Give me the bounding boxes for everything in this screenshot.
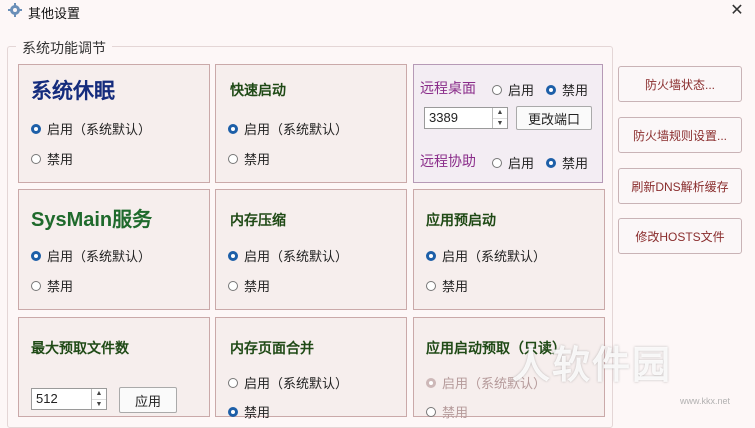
spin-down-icon[interactable]: ▼ bbox=[92, 398, 106, 410]
option-label: 启用（系统默认） bbox=[47, 122, 152, 137]
remote-assist-enable-option[interactable]: 启用 bbox=[492, 153, 534, 172]
option-label: 禁用 bbox=[562, 156, 589, 171]
option-label: 启用 bbox=[508, 156, 535, 171]
title-bar bbox=[0, 0, 755, 22]
option-label: 启用（系统默认） bbox=[244, 249, 349, 264]
memory-compression-enable-option[interactable]: 启用（系统默认） bbox=[228, 246, 348, 265]
app-prelaunch-disable-option[interactable]: 禁用 bbox=[426, 276, 468, 295]
spin-up-icon[interactable]: ▲ bbox=[92, 389, 106, 399]
close-button[interactable]: ✕ bbox=[724, 0, 750, 20]
remote-desktop-disable-option[interactable]: 禁用 bbox=[546, 80, 588, 99]
apply-button[interactable]: 应用 bbox=[119, 387, 177, 413]
remote-panel: 远程桌面 启用 禁用 3389 ▲ ▼ 更改端口 远程协助 启用 禁用 bbox=[413, 64, 603, 183]
gear-icon bbox=[8, 3, 22, 17]
radio-icon bbox=[31, 280, 41, 291]
fast-startup-enable-option[interactable]: 启用（系统默认） bbox=[228, 119, 348, 138]
edit-hosts-button[interactable]: 修改HOSTS文件 bbox=[618, 218, 742, 254]
radio-icon bbox=[426, 406, 436, 417]
watermark-url: www.kkx.net bbox=[680, 396, 731, 406]
change-port-button[interactable]: 更改端口 bbox=[516, 106, 592, 130]
option-label: 启用（系统默认） bbox=[47, 249, 152, 264]
radio-icon bbox=[426, 280, 436, 291]
spin-up-icon[interactable]: ▲ bbox=[493, 108, 507, 118]
remote-desktop-label: 远程桌面 bbox=[420, 80, 476, 96]
fast-startup-disable-option[interactable]: 禁用 bbox=[228, 149, 270, 168]
option-label: 禁用 bbox=[47, 152, 74, 167]
sleep-panel: 系统休眠 启用（系统默认） 禁用 bbox=[18, 64, 210, 183]
radio-icon bbox=[228, 153, 238, 164]
page-combining-panel: 内存页面合并 启用（系统默认） 禁用 bbox=[215, 317, 407, 420]
radio-selected-icon bbox=[31, 250, 41, 261]
watermark-logo: 人软件园 bbox=[512, 334, 672, 389]
option-label: 禁用 bbox=[47, 279, 74, 294]
radio-selected-icon bbox=[228, 250, 238, 261]
sysmain-disable-option[interactable]: 禁用 bbox=[31, 276, 73, 295]
sleep-title: 系统休眠 bbox=[31, 80, 115, 103]
radio-icon bbox=[31, 153, 41, 164]
option-label: 启用 bbox=[508, 83, 535, 98]
radio-selected-icon bbox=[426, 377, 436, 388]
radio-selected-icon bbox=[228, 123, 238, 134]
sysmain-enable-option[interactable]: 启用（系统默认） bbox=[31, 246, 151, 265]
prefetch-max-panel: 最大预取文件数 512 ▲ ▼ 应用 bbox=[18, 317, 210, 417]
launch-prefetch-disable-option: 禁用 bbox=[426, 402, 468, 421]
fast-startup-panel: 快速启动 启用（系统默认） 禁用 bbox=[215, 64, 407, 183]
remote-desktop-enable-option[interactable]: 启用 bbox=[492, 80, 534, 99]
app-prelaunch-enable-option[interactable]: 启用（系统默认） bbox=[426, 246, 546, 265]
prefetch-max-stepper[interactable]: 512 ▲ ▼ bbox=[31, 388, 107, 410]
option-label: 启用（系统默认） bbox=[442, 249, 547, 264]
prefetch-max-value[interactable]: 512 bbox=[32, 389, 91, 409]
option-label: 启用（系统默认） bbox=[244, 122, 349, 137]
radio-icon bbox=[492, 84, 502, 95]
port-value[interactable]: 3389 bbox=[425, 108, 492, 128]
page-combining-enable-option[interactable]: 启用（系统默认） bbox=[228, 373, 348, 392]
option-label: 禁用 bbox=[442, 279, 469, 294]
watermark-text: 软件园 bbox=[552, 345, 673, 387]
radio-selected-icon bbox=[546, 157, 556, 168]
option-label: 启用（系统默认） bbox=[244, 376, 349, 391]
page-combining-title: 内存页面合并 bbox=[230, 340, 314, 356]
radio-selected-icon bbox=[546, 84, 556, 95]
radio-icon bbox=[492, 157, 502, 168]
memory-compression-title: 内存压缩 bbox=[230, 212, 286, 228]
radio-icon bbox=[228, 377, 238, 388]
radio-selected-icon bbox=[426, 250, 436, 261]
sysmain-panel: SysMain服务 启用（系统默认） 禁用 bbox=[18, 189, 210, 310]
app-prelaunch-title: 应用预启动 bbox=[426, 212, 496, 228]
option-label: 禁用 bbox=[244, 279, 271, 294]
sleep-enable-option[interactable]: 启用（系统默认） bbox=[31, 119, 151, 138]
option-label: 禁用 bbox=[244, 152, 271, 167]
memory-compression-disable-option[interactable]: 禁用 bbox=[228, 276, 270, 295]
memory-compression-panel: 内存压缩 启用（系统默认） 禁用 bbox=[215, 189, 407, 310]
option-label: 禁用 bbox=[442, 405, 469, 420]
watermark-icon: 人 bbox=[512, 345, 553, 387]
fast-startup-title: 快速启动 bbox=[230, 82, 286, 98]
radio-selected-icon bbox=[31, 123, 41, 134]
flush-dns-button[interactable]: 刷新DNS解析缓存 bbox=[618, 168, 742, 204]
spin-down-icon[interactable]: ▼ bbox=[493, 117, 507, 129]
remote-assist-label: 远程协助 bbox=[420, 153, 476, 169]
group-title: 系统功能调节 bbox=[16, 38, 112, 58]
page-combining-disable-option[interactable]: 禁用 bbox=[228, 402, 270, 421]
sleep-disable-option[interactable]: 禁用 bbox=[31, 149, 73, 168]
radio-icon bbox=[228, 280, 238, 291]
firewall-rules-button[interactable]: 防火墙规则设置... bbox=[618, 117, 742, 153]
prefetch-max-title: 最大预取文件数 bbox=[31, 340, 129, 356]
remote-assist-disable-option[interactable]: 禁用 bbox=[546, 153, 588, 172]
option-label: 禁用 bbox=[562, 83, 589, 98]
port-stepper[interactable]: 3389 ▲ ▼ bbox=[424, 107, 508, 129]
option-label: 禁用 bbox=[244, 405, 271, 420]
sysmain-title: SysMain服务 bbox=[31, 209, 153, 231]
radio-selected-icon bbox=[228, 406, 238, 417]
app-prelaunch-panel: 应用预启动 启用（系统默认） 禁用 bbox=[413, 189, 605, 310]
window-title: 其他设置 bbox=[28, 6, 81, 21]
firewall-status-button[interactable]: 防火墙状态... bbox=[618, 66, 742, 102]
